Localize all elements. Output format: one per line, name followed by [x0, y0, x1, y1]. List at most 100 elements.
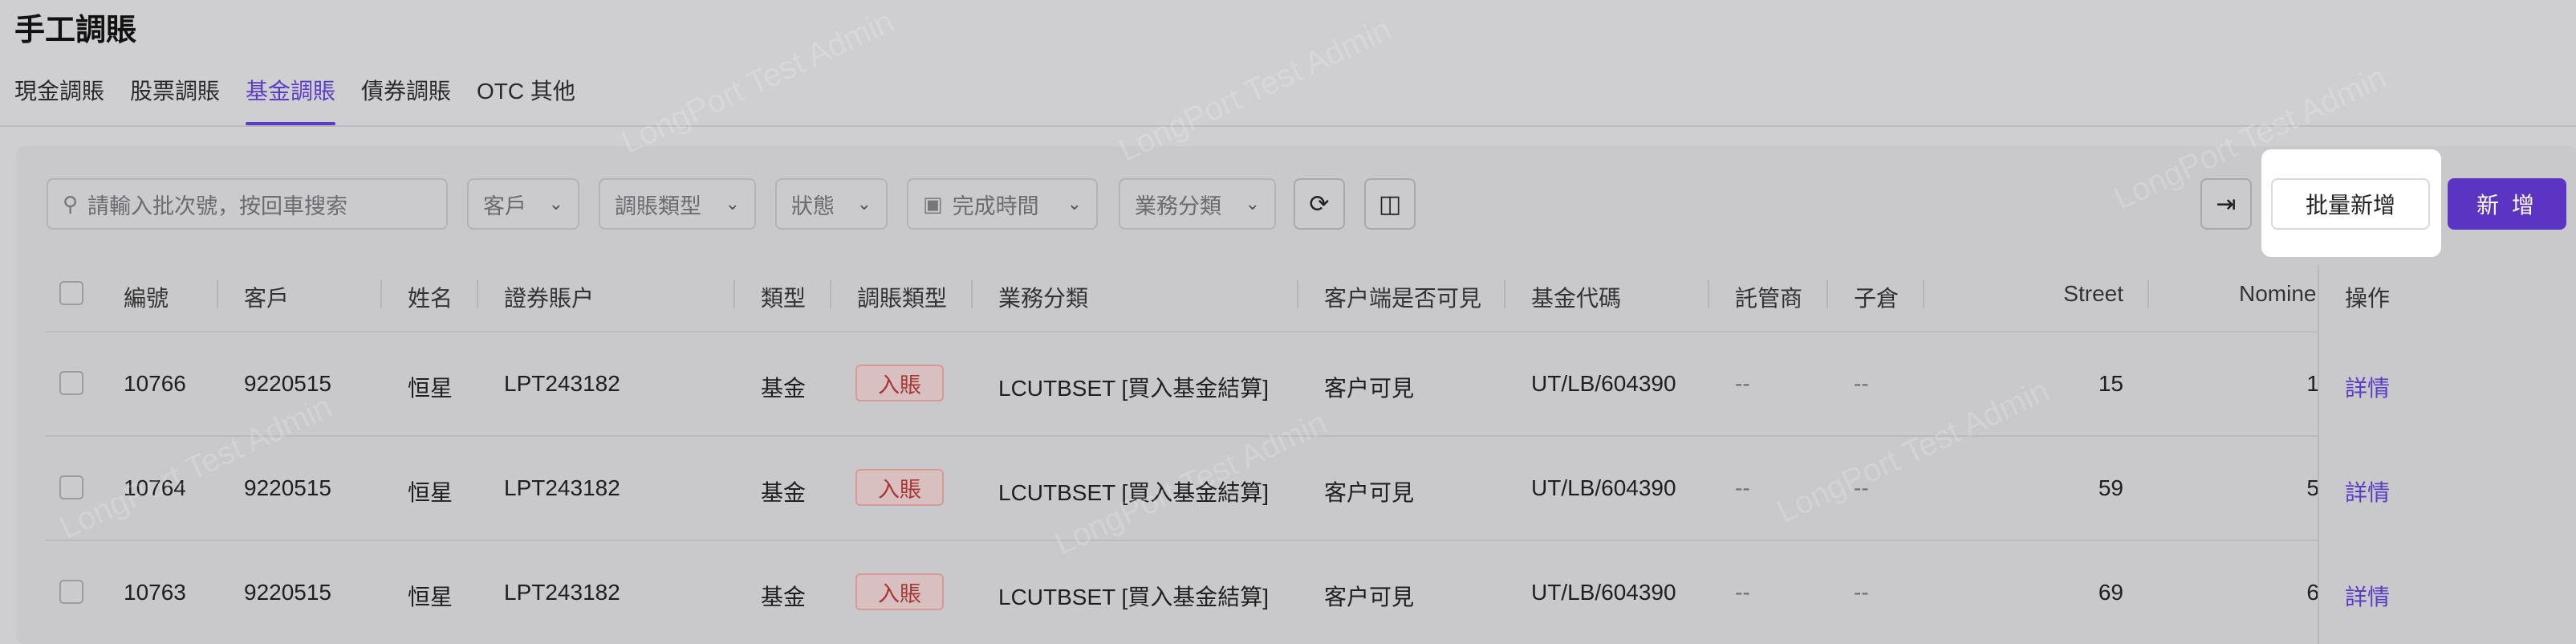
chevron-down-icon: ⌄ [856, 194, 872, 214]
adjust-type-tag: 入賬 [855, 365, 944, 401]
row-checkbox[interactable] [59, 475, 83, 499]
detail-link[interactable]: 詳情 [2345, 580, 2390, 612]
cell-custodian: -- [1735, 475, 1750, 500]
header-street: Street [2063, 281, 2123, 306]
cell-id: 10763 [124, 580, 186, 605]
cell-id: 10766 [124, 371, 186, 396]
row-checkbox[interactable] [59, 580, 83, 604]
cell-account: LPT243182 [504, 475, 620, 500]
cell-customer: 9220515 [244, 580, 332, 605]
cell-custodian: -- [1735, 371, 1750, 396]
tab-cash[interactable]: 現金調賬 [14, 74, 104, 124]
cell-street: 15 [2098, 371, 2123, 396]
header-customer: 客戶 [244, 286, 290, 311]
chevron-down-icon: ⌄ [548, 194, 563, 214]
cell-business-category: LCUTBSET [買入基金結算] [998, 585, 1270, 609]
header-nominee: Nomine [2239, 281, 2317, 306]
cell-street: 59 [2098, 475, 2123, 500]
calendar-icon: ▣ [923, 191, 943, 216]
header-divider [217, 279, 218, 308]
cell-customer: 9220515 [244, 371, 332, 396]
cell-client-visible: 客户可見 [1324, 376, 1415, 401]
cell-fund-code: UT/LB/604390 [1531, 475, 1676, 500]
refresh-icon: ⟳ [1309, 190, 1330, 218]
adjust-type-filter[interactable]: 調賬類型 ⌄ [599, 178, 756, 230]
header-divider [1708, 279, 1709, 308]
cell-customer: 9220515 [244, 475, 332, 500]
search-placeholder: 請輸入批次號，按回車搜索 [87, 194, 348, 218]
chevron-down-icon: ⌄ [725, 194, 740, 214]
customer-filter[interactable]: 客戶 ⌄ [467, 178, 579, 230]
gift-box-icon: ◫ [1378, 190, 1402, 218]
export-button[interactable]: ⇥ [2200, 178, 2252, 230]
header-client-visible: 客户端是否可見 [1324, 286, 1482, 311]
chevron-down-icon: ⌄ [1245, 194, 1260, 214]
tab-stock[interactable]: 股票調賬 [130, 74, 220, 124]
header-divider [380, 279, 382, 308]
cell-sub-warehouse: -- [1854, 580, 1869, 605]
adjust-type-tag: 入賬 [855, 469, 944, 506]
cell-street: 69 [2098, 580, 2123, 605]
cell-nominee: 6 [2306, 580, 2319, 605]
chevron-down-icon: ⌄ [1067, 194, 1082, 214]
header-sub-warehouse: 子倉 [1854, 286, 1899, 311]
select-all-checkbox[interactable] [59, 281, 83, 305]
cell-type: 基金 [761, 585, 807, 609]
page-title: 手工調賬 [14, 14, 137, 47]
adjust-type-tag: 入賬 [855, 573, 944, 610]
cell-sub-warehouse: -- [1854, 371, 1869, 396]
cell-type: 基金 [761, 480, 807, 505]
cell-fund-code: UT/LB/604390 [1531, 371, 1676, 396]
cell-name: 恒星 [408, 480, 453, 505]
search-icon: ⚲ [63, 191, 79, 216]
cell-nominee: 1 [2306, 371, 2319, 396]
header-divider [971, 279, 973, 308]
detail-link[interactable]: 詳情 [2345, 371, 2390, 403]
complete-time-filter[interactable]: ▣ 完成時間 ⌄ [907, 178, 1098, 230]
detail-link[interactable]: 詳情 [2345, 475, 2390, 507]
status-filter[interactable]: 狀態 ⌄ [775, 178, 888, 230]
row-divider [45, 435, 2576, 437]
add-button[interactable]: 新 增 [2448, 178, 2566, 230]
cell-id: 10764 [124, 475, 186, 500]
tab-fund[interactable]: 基金調賬 [246, 74, 336, 125]
cell-business-category: LCUTBSET [買入基金結算] [998, 480, 1270, 505]
cell-account: LPT243182 [504, 580, 620, 605]
header-fund-code: 基金代碼 [1531, 286, 1622, 311]
header-id: 編號 [124, 286, 169, 311]
header-divider [830, 279, 831, 308]
cell-client-visible: 客户可見 [1324, 480, 1415, 505]
header-type: 類型 [761, 286, 807, 311]
header-divider [1504, 279, 1505, 308]
header-custodian: 託管商 [1735, 286, 1803, 311]
cell-account: LPT243182 [504, 371, 620, 396]
row-checkbox[interactable] [59, 371, 83, 395]
header-account: 證券賬户 [504, 286, 595, 311]
cell-name: 恒星 [408, 376, 453, 401]
header-divider [1297, 279, 1298, 308]
clear-button[interactable]: ◫ [1364, 178, 1416, 230]
cell-business-category: LCUTBSET [買入基金結算] [998, 376, 1270, 401]
cell-custodian: -- [1735, 580, 1750, 605]
cell-type: 基金 [761, 376, 807, 401]
header-divider [1923, 279, 1924, 308]
row-divider [45, 331, 2576, 332]
refresh-button[interactable]: ⟳ [1294, 178, 1345, 230]
search-input[interactable]: ⚲ 請輸入批次號，按回車搜索 [47, 178, 448, 230]
batch-add-button[interactable]: 批量新增 [2271, 178, 2430, 230]
header-actions: 操作 [2345, 286, 2391, 311]
export-icon: ⇥ [2216, 190, 2237, 218]
row-divider [45, 540, 2576, 541]
cell-client-visible: 客户可見 [1324, 585, 1415, 609]
tab-otc[interactable]: OTC 其他 [477, 74, 575, 124]
header-divider [1826, 279, 1828, 308]
header-divider [733, 279, 735, 308]
header-business-category: 業務分類 [998, 286, 1089, 311]
header-divider [477, 279, 478, 308]
tab-bond[interactable]: 債券調賬 [361, 74, 451, 124]
business-category-filter[interactable]: 業務分類 ⌄ [1119, 178, 1276, 230]
cell-sub-warehouse: -- [1854, 475, 1869, 500]
tab-bar: 現金調賬 股票調賬 基金調賬 債券調賬 OTC 其他 [0, 71, 2576, 127]
cell-name: 恒星 [408, 585, 453, 609]
header-adjust-type: 調賬類型 [857, 286, 948, 311]
